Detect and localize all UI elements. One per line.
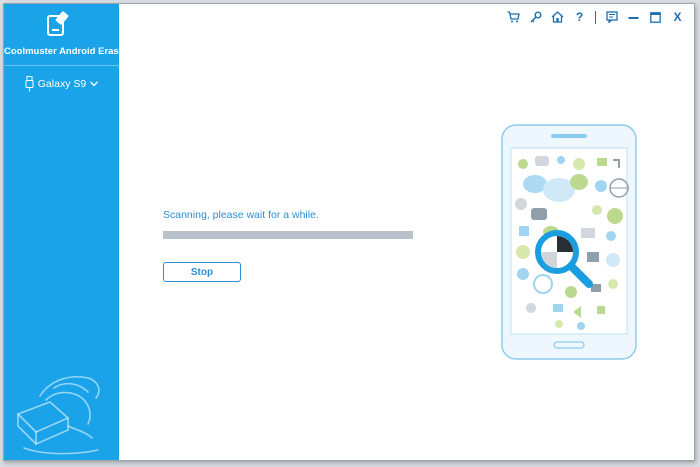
sidebar: Coolmuster Android Eraser Galaxy S9 [4,4,128,460]
stop-button[interactable]: Stop [163,262,241,282]
help-icon: ? [575,9,584,24]
titlebar-controls: ? X [507,8,684,26]
close-button[interactable]: X [671,9,684,24]
logo-block: Coolmuster Android Eraser [4,4,128,66]
home-icon [551,11,564,23]
close-icon: X [673,9,682,24]
hand-eraser-illustration [17,376,100,455]
scan-status-text: Scanning, please wait for a while. [163,209,319,221]
usb-icon [25,76,34,92]
register-button[interactable] [529,11,542,24]
scan-progress-fill [163,231,413,239]
feedback-icon [605,11,618,23]
titlebar-divider [595,10,596,24]
minimize-icon [628,17,639,19]
app-title: Coolmuster Android Eraser [4,46,128,57]
scan-progress-bar [163,231,413,239]
key-icon [529,11,541,23]
minimize-button[interactable] [627,11,640,24]
device-name: Galaxy S9 [37,78,87,90]
chevron-down-icon [90,81,99,87]
phone-scan-illustration [501,124,637,360]
maximize-button[interactable] [649,11,662,24]
home-button[interactable] [551,11,564,24]
cart-icon [507,11,520,23]
app-window: Coolmuster Android Eraser Galaxy S9 ? X … [3,3,695,461]
help-button[interactable]: ? [573,9,586,24]
feedback-button[interactable] [605,11,618,24]
maximize-icon [650,11,661,23]
eraser-logo-icon [47,11,69,36]
cart-button[interactable] [507,11,520,24]
device-selector[interactable]: Galaxy S9 [4,72,119,96]
